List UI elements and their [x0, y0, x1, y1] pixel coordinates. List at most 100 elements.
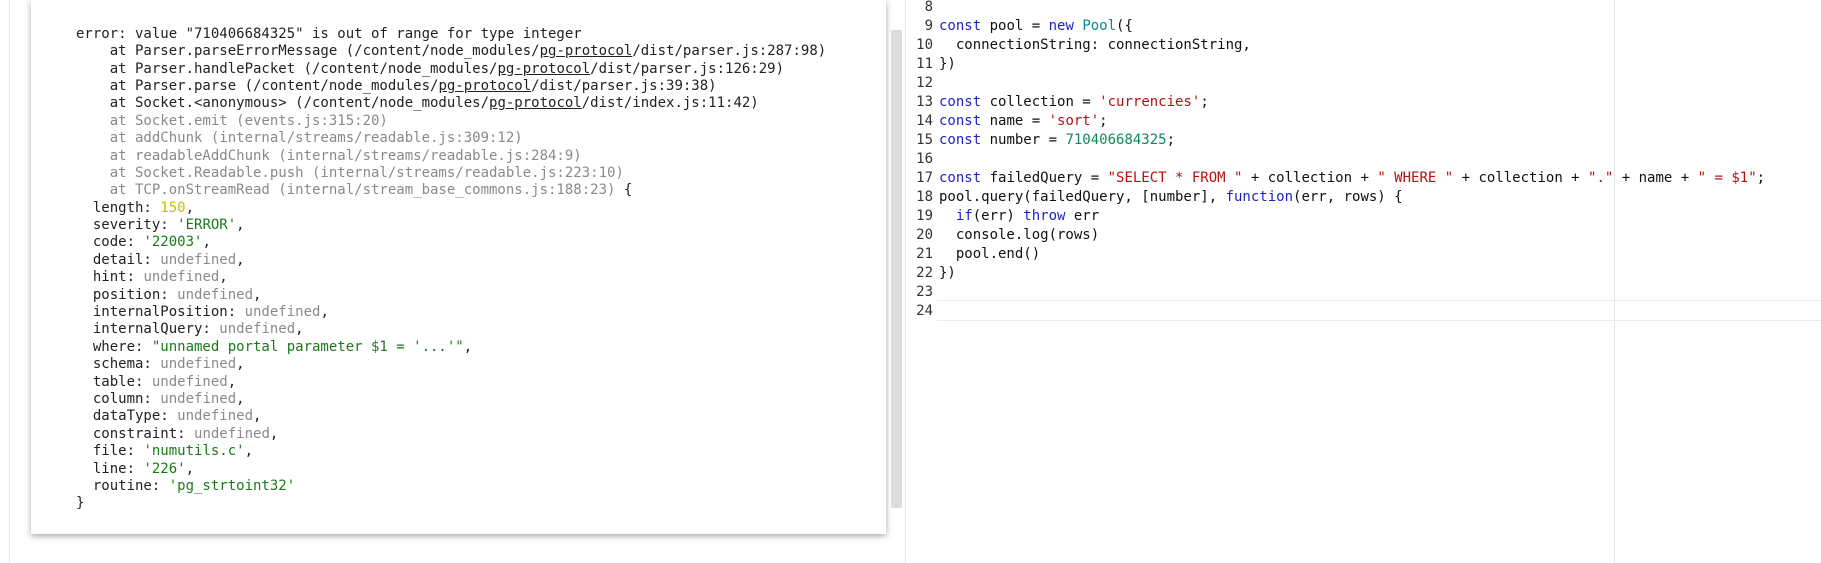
code-text[interactable]: }) — [939, 264, 956, 283]
code-line[interactable]: 12 — [907, 74, 1821, 93]
output-line: position: undefined, — [76, 287, 826, 304]
code-token: pool.query(failedQuery, [number], — [939, 189, 1226, 205]
code-line[interactable]: 21 pool.end() — [907, 245, 1821, 264]
output-token: undefined — [194, 425, 270, 442]
code-token: (err, rows) { — [1293, 189, 1403, 205]
code-line[interactable]: 24 — [907, 302, 1821, 321]
code-text[interactable]: const name = 'sort'; — [939, 112, 1108, 131]
error-output-card: ^ error: value "710406684325" is out of r… — [31, 0, 886, 534]
output-token: line: — [76, 460, 144, 477]
line-number: 21 — [916, 246, 933, 262]
output-line: line: '226', — [76, 461, 826, 478]
output-line: constraint: undefined, — [76, 426, 826, 443]
code-line[interactable]: 15 const number = 710406684325; — [907, 131, 1821, 150]
code-text[interactable]: if(err) throw err — [939, 207, 1099, 226]
output-token: code: — [76, 234, 144, 251]
output-token: detail: — [76, 251, 161, 268]
code-token: "SELECT * FROM " — [1107, 170, 1243, 186]
output-link[interactable]: pg-protocol — [497, 61, 590, 77]
code-line[interactable]: 10 connectionString: connectionString, — [907, 36, 1821, 55]
code-token: const — [939, 18, 982, 34]
code-token: function — [1225, 189, 1294, 205]
output-line: at readableAddChunk (internal/streams/re… — [76, 148, 826, 165]
output-token: 'numutils.c' — [143, 443, 245, 460]
code-line[interactable]: 13 const collection = 'currencies'; — [907, 93, 1821, 112]
output-token: undefined — [160, 356, 237, 373]
output-token: , — [253, 286, 262, 303]
output-token: at addChunk (internal/streams/readable.j… — [76, 130, 523, 147]
output-token: 'ERROR' — [177, 217, 237, 234]
code-text[interactable]: const collection = 'currencies'; — [939, 93, 1209, 112]
output-token: } — [76, 495, 85, 512]
code-token: ; — [1099, 113, 1108, 129]
line-number: 20 — [916, 227, 933, 243]
code-token: failedQuery = — [981, 170, 1108, 186]
output-token: , — [202, 234, 211, 251]
line-number: 22 — [916, 265, 933, 281]
output-token: hint: — [76, 269, 144, 286]
code-token: " = $1" — [1697, 170, 1757, 186]
code-line[interactable]: 18 pool.query(failedQuery, [number], func… — [907, 188, 1821, 207]
output-token: dataType: — [76, 408, 178, 425]
code-token: + collection + — [1453, 170, 1589, 186]
output-line: at Parser.parse (/content/node_modules/p… — [76, 78, 826, 95]
output-link[interactable]: pg-protocol — [489, 95, 582, 111]
output-line: at Socket.Readable.push (internal/stream… — [76, 165, 826, 182]
code-text[interactable]: const failedQuery = "SELECT * FROM " + c… — [939, 169, 1765, 188]
code-line[interactable]: 19 if(err) throw err — [907, 207, 1821, 226]
output-line: length: 150, — [76, 200, 826, 217]
output-scrollbar[interactable] — [891, 30, 902, 508]
code-line[interactable]: 14 const name = 'sort'; — [907, 112, 1821, 131]
code-token: new — [1048, 18, 1074, 34]
editor-lines[interactable]: 8 9 const pool = new Pool({10 connectionSt… — [907, 0, 1821, 321]
line-number: 13 — [916, 94, 933, 110]
output-line: schema: undefined, — [76, 356, 826, 373]
code-text[interactable]: pool.query(failedQuery, [number], functi… — [939, 188, 1403, 207]
line-number: 16 — [916, 151, 933, 167]
output-line: routine: 'pg_strtoint32' — [76, 478, 826, 495]
output-token: where: — [76, 338, 152, 355]
output-token: , — [227, 373, 237, 390]
output-token: , — [463, 338, 473, 355]
output-token: position: — [76, 286, 178, 303]
code-token: name = — [981, 113, 1049, 129]
code-line[interactable]: 16 — [907, 150, 1821, 169]
output-line: at addChunk (internal/streams/readable.j… — [76, 130, 826, 147]
code-editor[interactable]: 8 9 const pool = new Pool({10 connectionSt… — [907, 0, 1821, 563]
output-token: ^ — [76, 0, 126, 7]
code-text[interactable]: }) — [939, 55, 956, 74]
line-number: 18 — [916, 189, 933, 205]
code-token: ; — [1200, 94, 1209, 110]
panel-divider — [9, 0, 10, 563]
code-token: 'currencies' — [1099, 94, 1201, 110]
code-line[interactable]: 8 — [907, 0, 1821, 17]
code-line[interactable]: 11}) — [907, 55, 1821, 74]
code-text[interactable]: connectionString: connectionString, — [939, 36, 1251, 55]
code-token: + collection + — [1242, 170, 1378, 186]
output-token: '22003' — [143, 234, 203, 251]
code-text[interactable]: const pool = new Pool({ — [939, 17, 1133, 36]
output-token: undefined — [177, 286, 254, 303]
code-token: pool = — [981, 18, 1049, 34]
code-token: Pool — [1082, 18, 1117, 34]
code-token: collection = — [981, 94, 1100, 110]
output-link[interactable]: pg-protocol — [438, 78, 531, 94]
code-text[interactable]: pool.end() — [939, 245, 1040, 264]
code-text[interactable]: console.log(rows) — [939, 226, 1099, 245]
code-line[interactable]: 17 const failedQuery = "SELECT * FROM " +… — [907, 169, 1821, 188]
output-token: table: — [76, 373, 152, 390]
code-line[interactable]: 23 — [907, 283, 1821, 302]
code-token: ; — [1166, 132, 1176, 148]
code-token: "." — [1588, 170, 1614, 186]
code-token: 'sort' — [1048, 113, 1100, 129]
code-line[interactable]: 9 const pool = new Pool({ — [907, 17, 1821, 36]
code-text[interactable]: const number = 710406684325; — [939, 131, 1175, 150]
output-token: , — [236, 390, 245, 407]
code-line[interactable]: 20 console.log(rows) — [907, 226, 1821, 245]
output-line: hint: undefined, — [76, 269, 826, 286]
code-token: const — [939, 170, 982, 186]
code-line[interactable]: 22}) — [907, 264, 1821, 283]
output-token: , — [185, 199, 195, 216]
output-link[interactable]: pg-protocol — [540, 43, 633, 59]
